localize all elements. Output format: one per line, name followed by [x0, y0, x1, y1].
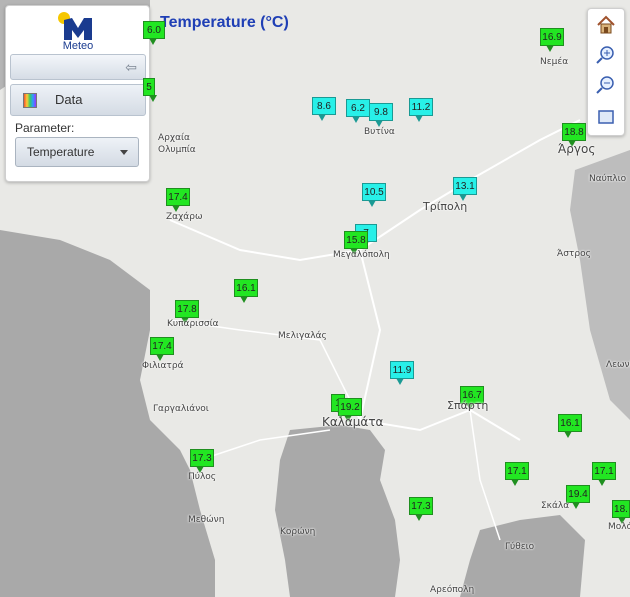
chevron-down-icon — [120, 150, 128, 155]
home-icon — [597, 15, 615, 34]
logo-text: Meteo — [62, 40, 94, 52]
city-label: Μολάοι — [608, 522, 630, 532]
city-label: Λεωνίδιο — [606, 360, 630, 370]
zoom-in-button[interactable] — [593, 43, 619, 67]
station-marker[interactable]: 5 — [143, 78, 157, 102]
map-title: Temperature (°C) — [160, 14, 289, 31]
city-label: Μελιγαλάς — [278, 331, 327, 341]
city-label: Άργος — [558, 142, 596, 156]
station-marker[interactable]: 10.5 — [362, 183, 386, 207]
parameter-select-value: Temperature — [27, 145, 95, 159]
station-marker[interactable]: 11.9 — [390, 361, 414, 385]
fit-extent-icon — [598, 110, 614, 124]
city-label: Κυπαρισσία — [167, 319, 219, 329]
city-label-line: Αρχαία Ολυμπία — [158, 133, 196, 155]
city-label: Γύθειο — [505, 542, 535, 552]
city-label: Μεθώνη — [188, 515, 225, 525]
meteo-logo: Meteo — [56, 10, 100, 52]
city-label: Καλαμάτα — [322, 415, 384, 429]
station-marker[interactable]: 19.2 — [338, 398, 362, 422]
city-label: Ζαχάρω — [166, 212, 203, 222]
station-marker[interactable]: 16.9 — [540, 28, 564, 52]
city-label: Πύλος — [188, 472, 217, 482]
station-marker[interactable]: 9.8 — [369, 103, 393, 127]
home-button[interactable] — [593, 13, 619, 37]
city-label: Κορώνη — [280, 527, 316, 537]
control-panel: Meteo ⇦ Data Parameter: Temperature — [5, 5, 150, 182]
palette-icon — [23, 93, 37, 108]
data-button[interactable]: Data — [10, 84, 146, 116]
station-marker[interactable]: 19.4 — [566, 485, 590, 509]
station-marker[interactable]: 16.1 — [558, 414, 582, 438]
city-label: Ναύπλιο — [589, 174, 627, 184]
parameter-select[interactable]: Temperature — [15, 137, 139, 167]
city-label: Αρεόπολη — [430, 585, 475, 595]
city-label: Αρχαία Ολυμπία — [158, 132, 196, 156]
city-label: Σπάρτη — [447, 399, 489, 412]
city-label: Φιλιατρά — [142, 361, 184, 371]
station-marker[interactable]: 17.1 — [592, 462, 616, 486]
station-marker[interactable]: 17.1 — [505, 462, 529, 486]
station-marker[interactable]: 17.3 — [409, 497, 433, 521]
station-marker[interactable]: 6.0 — [143, 21, 165, 45]
city-label: Άστρος — [557, 249, 591, 259]
city-label: Γαργαλιάνοι — [153, 404, 209, 414]
station-marker[interactable]: 15.8 — [344, 231, 368, 255]
station-marker[interactable]: 17.4 — [166, 188, 190, 212]
station-marker[interactable]: 11.2 — [409, 98, 433, 122]
city-label: Τρίπολη — [423, 200, 468, 213]
station-marker[interactable]: 16.1 — [234, 279, 258, 303]
collapse-panel-button[interactable]: ⇦ — [10, 54, 146, 80]
station-marker[interactable]: 17.8 — [175, 300, 199, 324]
station-marker[interactable]: 18. — [612, 500, 630, 524]
city-label: Μεγαλόπολη — [333, 250, 390, 260]
zoom-out-button[interactable] — [593, 73, 619, 97]
station-marker[interactable]: 8.6 — [312, 97, 336, 121]
fit-extent-button[interactable] — [593, 105, 619, 129]
map-toolbar — [587, 8, 625, 136]
zoom-out-icon — [596, 76, 614, 94]
city-label: Νεμέα — [540, 57, 569, 67]
station-marker[interactable]: 6.2 — [346, 99, 370, 123]
city-label: Σκάλα — [541, 501, 570, 511]
zoom-in-icon — [596, 46, 614, 64]
parameter-label: Parameter: — [15, 121, 75, 135]
station-marker[interactable]: 13.1 — [453, 177, 477, 201]
messinian-gulf — [275, 425, 400, 597]
station-marker[interactable]: 18.8 — [562, 123, 586, 147]
station-marker[interactable]: 17.3 — [190, 449, 214, 473]
city-label: Βυτίνα — [364, 127, 395, 137]
station-marker[interactable]: 17.4 — [150, 337, 174, 361]
collapse-arrow-icon: ⇦ — [125, 59, 137, 75]
data-button-label: Data — [55, 92, 83, 107]
